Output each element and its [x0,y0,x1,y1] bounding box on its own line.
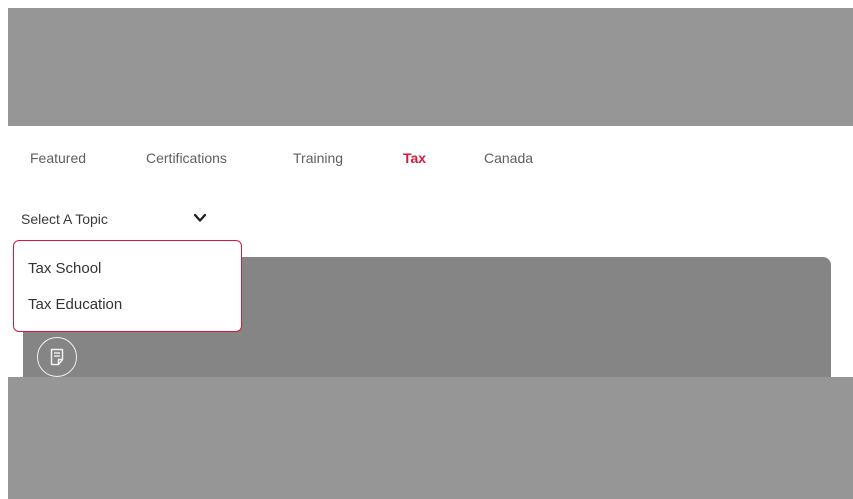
tab-featured[interactable]: Featured [30,150,86,166]
tab-training[interactable]: Training [293,150,343,166]
tab-certifications[interactable]: Certifications [146,150,227,166]
document-icon-button[interactable] [37,337,77,377]
dropdown-option-tax-education[interactable]: Tax Education [28,296,122,313]
document-icon [50,348,64,366]
bottom-overlay [8,377,853,499]
topic-dropdown-menu: Tax School Tax Education [13,240,242,332]
tab-canada[interactable]: Canada [484,150,533,166]
topic-select[interactable]: Select A Topic [21,211,211,233]
top-overlay [8,8,853,126]
dropdown-option-tax-school[interactable]: Tax School [28,260,101,277]
chevron-down-icon [193,213,207,222]
topic-select-label: Select A Topic [21,211,108,227]
tab-tax[interactable]: Tax [403,150,426,166]
